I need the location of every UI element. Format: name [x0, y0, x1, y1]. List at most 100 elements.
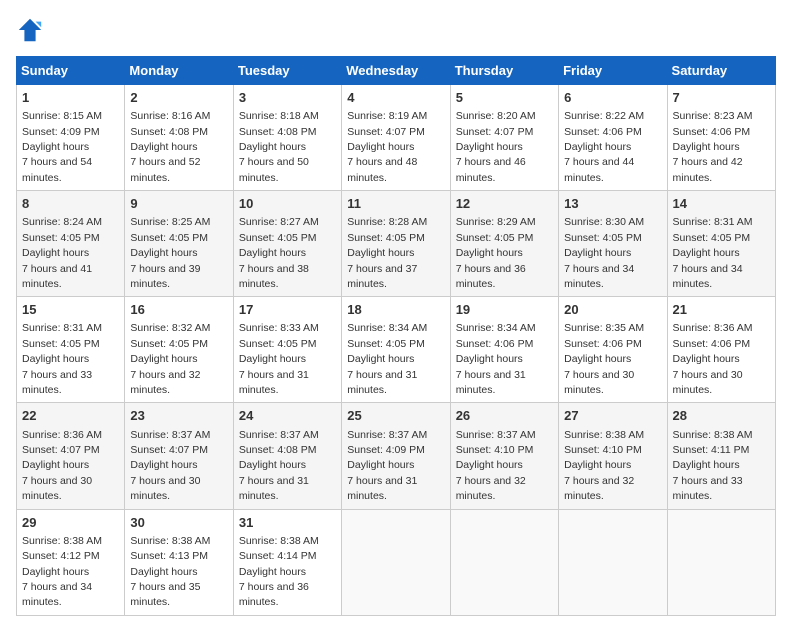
day-cell: 9 Sunrise: 8:25 AMSunset: 4:05 PMDayligh… — [125, 191, 233, 297]
week-row-2: 8 Sunrise: 8:24 AMSunset: 4:05 PMDayligh… — [17, 191, 776, 297]
day-cell: 26 Sunrise: 8:37 AMSunset: 4:10 PMDaylig… — [450, 403, 558, 509]
day-info: Sunrise: 8:33 AMSunset: 4:05 PMDaylight … — [239, 322, 319, 396]
day-info: Sunrise: 8:20 AMSunset: 4:07 PMDaylight … — [456, 110, 536, 184]
week-row-5: 29 Sunrise: 8:38 AMSunset: 4:12 PMDaylig… — [17, 509, 776, 615]
day-info: Sunrise: 8:31 AMSunset: 4:05 PMDaylight … — [673, 216, 753, 290]
day-info: Sunrise: 8:31 AMSunset: 4:05 PMDaylight … — [22, 322, 102, 396]
day-number: 19 — [456, 301, 553, 319]
day-number: 30 — [130, 514, 227, 532]
day-info: Sunrise: 8:37 AMSunset: 4:08 PMDaylight … — [239, 429, 319, 503]
day-cell: 20 Sunrise: 8:35 AMSunset: 4:06 PMDaylig… — [559, 297, 667, 403]
day-number: 24 — [239, 407, 336, 425]
day-cell: 4 Sunrise: 8:19 AMSunset: 4:07 PMDayligh… — [342, 85, 450, 191]
day-cell: 22 Sunrise: 8:36 AMSunset: 4:07 PMDaylig… — [17, 403, 125, 509]
day-cell — [667, 509, 775, 615]
day-number: 21 — [673, 301, 770, 319]
col-header-sunday: Sunday — [17, 57, 125, 85]
day-cell: 3 Sunrise: 8:18 AMSunset: 4:08 PMDayligh… — [233, 85, 341, 191]
day-number: 9 — [130, 195, 227, 213]
week-row-1: 1 Sunrise: 8:15 AMSunset: 4:09 PMDayligh… — [17, 85, 776, 191]
day-info: Sunrise: 8:25 AMSunset: 4:05 PMDaylight … — [130, 216, 210, 290]
day-number: 15 — [22, 301, 119, 319]
day-info: Sunrise: 8:38 AMSunset: 4:14 PMDaylight … — [239, 535, 319, 609]
day-cell: 5 Sunrise: 8:20 AMSunset: 4:07 PMDayligh… — [450, 85, 558, 191]
day-info: Sunrise: 8:37 AMSunset: 4:07 PMDaylight … — [130, 429, 210, 503]
day-info: Sunrise: 8:35 AMSunset: 4:06 PMDaylight … — [564, 322, 644, 396]
day-info: Sunrise: 8:32 AMSunset: 4:05 PMDaylight … — [130, 322, 210, 396]
day-cell: 25 Sunrise: 8:37 AMSunset: 4:09 PMDaylig… — [342, 403, 450, 509]
day-info: Sunrise: 8:34 AMSunset: 4:05 PMDaylight … — [347, 322, 427, 396]
day-info: Sunrise: 8:28 AMSunset: 4:05 PMDaylight … — [347, 216, 427, 290]
day-info: Sunrise: 8:15 AMSunset: 4:09 PMDaylight … — [22, 110, 102, 184]
day-info: Sunrise: 8:37 AMSunset: 4:09 PMDaylight … — [347, 429, 427, 503]
page-header — [16, 16, 776, 44]
day-cell: 10 Sunrise: 8:27 AMSunset: 4:05 PMDaylig… — [233, 191, 341, 297]
day-number: 27 — [564, 407, 661, 425]
day-info: Sunrise: 8:34 AMSunset: 4:06 PMDaylight … — [456, 322, 536, 396]
day-cell: 23 Sunrise: 8:37 AMSunset: 4:07 PMDaylig… — [125, 403, 233, 509]
day-number: 25 — [347, 407, 444, 425]
col-header-wednesday: Wednesday — [342, 57, 450, 85]
col-header-saturday: Saturday — [667, 57, 775, 85]
day-cell: 29 Sunrise: 8:38 AMSunset: 4:12 PMDaylig… — [17, 509, 125, 615]
day-number: 5 — [456, 89, 553, 107]
day-cell: 14 Sunrise: 8:31 AMSunset: 4:05 PMDaylig… — [667, 191, 775, 297]
day-number: 17 — [239, 301, 336, 319]
day-number: 31 — [239, 514, 336, 532]
day-info: Sunrise: 8:37 AMSunset: 4:10 PMDaylight … — [456, 429, 536, 503]
day-info: Sunrise: 8:38 AMSunset: 4:12 PMDaylight … — [22, 535, 102, 609]
day-info: Sunrise: 8:38 AMSunset: 4:10 PMDaylight … — [564, 429, 644, 503]
day-cell: 15 Sunrise: 8:31 AMSunset: 4:05 PMDaylig… — [17, 297, 125, 403]
day-number: 7 — [673, 89, 770, 107]
day-number: 13 — [564, 195, 661, 213]
day-cell: 27 Sunrise: 8:38 AMSunset: 4:10 PMDaylig… — [559, 403, 667, 509]
day-number: 14 — [673, 195, 770, 213]
day-cell: 28 Sunrise: 8:38 AMSunset: 4:11 PMDaylig… — [667, 403, 775, 509]
day-number: 6 — [564, 89, 661, 107]
day-cell: 16 Sunrise: 8:32 AMSunset: 4:05 PMDaylig… — [125, 297, 233, 403]
day-cell: 2 Sunrise: 8:16 AMSunset: 4:08 PMDayligh… — [125, 85, 233, 191]
logo-icon — [16, 16, 44, 44]
day-number: 22 — [22, 407, 119, 425]
day-number: 23 — [130, 407, 227, 425]
day-number: 2 — [130, 89, 227, 107]
day-info: Sunrise: 8:30 AMSunset: 4:05 PMDaylight … — [564, 216, 644, 290]
day-info: Sunrise: 8:29 AMSunset: 4:05 PMDaylight … — [456, 216, 536, 290]
day-cell: 24 Sunrise: 8:37 AMSunset: 4:08 PMDaylig… — [233, 403, 341, 509]
day-info: Sunrise: 8:22 AMSunset: 4:06 PMDaylight … — [564, 110, 644, 184]
day-cell: 11 Sunrise: 8:28 AMSunset: 4:05 PMDaylig… — [342, 191, 450, 297]
day-number: 1 — [22, 89, 119, 107]
day-cell: 30 Sunrise: 8:38 AMSunset: 4:13 PMDaylig… — [125, 509, 233, 615]
day-info: Sunrise: 8:24 AMSunset: 4:05 PMDaylight … — [22, 216, 102, 290]
day-info: Sunrise: 8:23 AMSunset: 4:06 PMDaylight … — [673, 110, 753, 184]
day-number: 16 — [130, 301, 227, 319]
day-number: 18 — [347, 301, 444, 319]
logo — [16, 16, 48, 44]
col-header-monday: Monday — [125, 57, 233, 85]
day-cell: 17 Sunrise: 8:33 AMSunset: 4:05 PMDaylig… — [233, 297, 341, 403]
day-cell: 8 Sunrise: 8:24 AMSunset: 4:05 PMDayligh… — [17, 191, 125, 297]
day-number: 10 — [239, 195, 336, 213]
day-cell: 13 Sunrise: 8:30 AMSunset: 4:05 PMDaylig… — [559, 191, 667, 297]
calendar-table: SundayMondayTuesdayWednesdayThursdayFrid… — [16, 56, 776, 616]
day-cell: 1 Sunrise: 8:15 AMSunset: 4:09 PMDayligh… — [17, 85, 125, 191]
day-cell: 31 Sunrise: 8:38 AMSunset: 4:14 PMDaylig… — [233, 509, 341, 615]
day-info: Sunrise: 8:38 AMSunset: 4:13 PMDaylight … — [130, 535, 210, 609]
day-number: 29 — [22, 514, 119, 532]
day-cell — [342, 509, 450, 615]
day-cell — [559, 509, 667, 615]
day-info: Sunrise: 8:38 AMSunset: 4:11 PMDaylight … — [673, 429, 753, 503]
day-number: 8 — [22, 195, 119, 213]
col-header-thursday: Thursday — [450, 57, 558, 85]
day-number: 11 — [347, 195, 444, 213]
day-cell: 18 Sunrise: 8:34 AMSunset: 4:05 PMDaylig… — [342, 297, 450, 403]
day-cell: 21 Sunrise: 8:36 AMSunset: 4:06 PMDaylig… — [667, 297, 775, 403]
day-cell: 12 Sunrise: 8:29 AMSunset: 4:05 PMDaylig… — [450, 191, 558, 297]
week-row-3: 15 Sunrise: 8:31 AMSunset: 4:05 PMDaylig… — [17, 297, 776, 403]
day-number: 28 — [673, 407, 770, 425]
day-number: 4 — [347, 89, 444, 107]
day-info: Sunrise: 8:18 AMSunset: 4:08 PMDaylight … — [239, 110, 319, 184]
day-number: 12 — [456, 195, 553, 213]
week-row-4: 22 Sunrise: 8:36 AMSunset: 4:07 PMDaylig… — [17, 403, 776, 509]
day-number: 3 — [239, 89, 336, 107]
